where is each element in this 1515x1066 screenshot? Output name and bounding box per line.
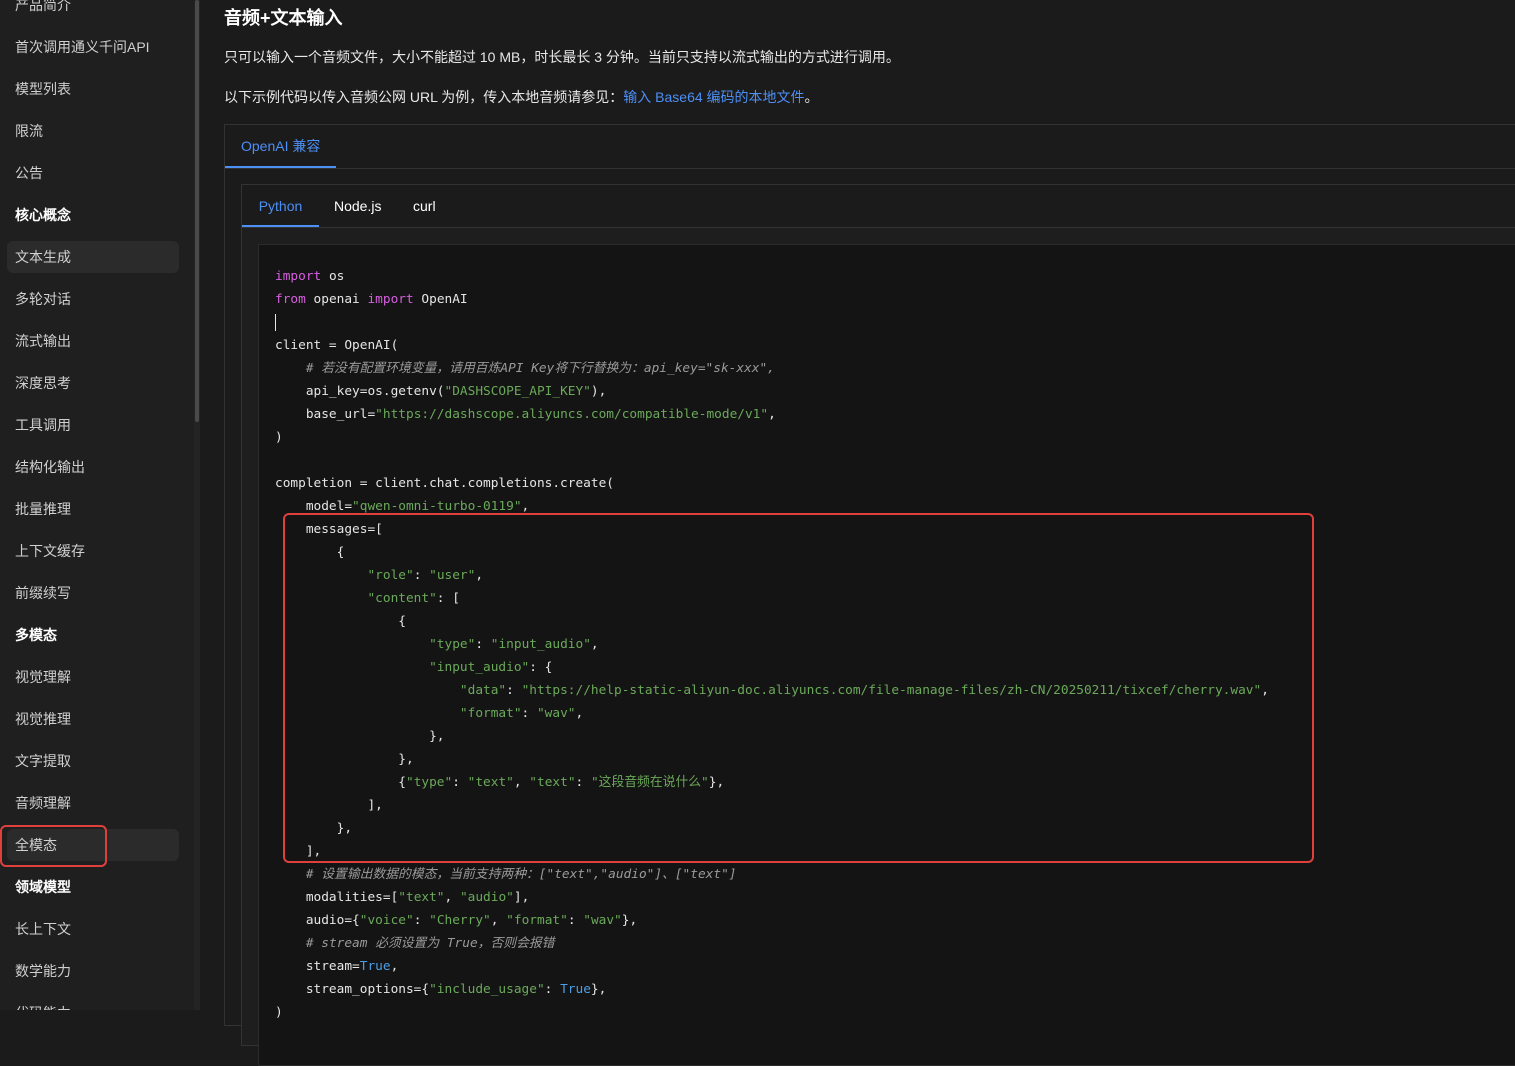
sidebar-item-3[interactable]: 限流 [7, 115, 179, 147]
sidebar-item-1[interactable]: 首次调用通义千问API [7, 31, 179, 63]
sidebar-item-22[interactable]: 长上下文 [7, 913, 179, 945]
sidebar-group-21[interactable]: 领域模型 [7, 871, 179, 903]
sdk-tab-bar: OpenAI 兼容 [225, 125, 1515, 169]
sidebar-item-18[interactable]: 文字提取 [7, 745, 179, 777]
sidebar-item-4[interactable]: 公告 [7, 157, 179, 189]
sidebar-item-19[interactable]: 音频理解 [7, 787, 179, 819]
tab-nodejs[interactable]: Node.js [334, 185, 381, 227]
sidebar-item-12[interactable]: 批量推理 [7, 493, 179, 525]
tab-python[interactable]: Python [242, 185, 319, 227]
sidebar-item-9[interactable]: 深度思考 [7, 367, 179, 399]
sidebar-scrollbar-thumb[interactable] [195, 0, 199, 422]
intro-suffix: 。 [804, 89, 819, 105]
sidebar-item-16[interactable]: 视觉理解 [7, 661, 179, 693]
intro-text: 以下示例代码以传入音频公网 URL 为例，传入本地音频请参见： [224, 89, 624, 105]
tab-curl[interactable]: curl [413, 185, 436, 227]
omni-modal-highlight-box [0, 825, 107, 867]
sidebar-item-14[interactable]: 前缀续写 [7, 577, 179, 609]
sidebar-item-10[interactable]: 工具调用 [7, 409, 179, 441]
sidebar-item-6[interactable]: 文本生成 [7, 241, 179, 273]
sidebar-item-23[interactable]: 数学能力 [7, 955, 179, 987]
sidebar-item-8[interactable]: 流式输出 [7, 325, 179, 357]
sidebar-item-2[interactable]: 模型列表 [7, 73, 179, 105]
messages-highlight-box [283, 513, 1314, 863]
sidebar-group-15[interactable]: 多模态 [7, 619, 179, 651]
sidebar-nav: 产品简介首次调用通义千问API 模型列表限流公告核心概念文本生成多轮对话流式输出深… [0, 0, 201, 1010]
section-heading: 音频+文本输入 [224, 8, 343, 28]
base64-local-file-link[interactable]: 输入 Base64 编码的本地文件 [623, 89, 804, 105]
example-intro-paragraph: 以下示例代码以传入音频公网 URL 为例，传入本地音频请参见：输入 Base64… [224, 87, 819, 107]
sidebar-item-17[interactable]: 视觉推理 [7, 703, 179, 735]
sidebar-group-5[interactable]: 核心概念 [7, 199, 179, 231]
tab-openai-compatible[interactable]: OpenAI 兼容 [225, 125, 337, 168]
language-tab-bar: Python Node.js curl [242, 185, 1515, 228]
sidebar-item-24[interactable]: 代码能力 [7, 997, 179, 1010]
sidebar-item-7[interactable]: 多轮对话 [7, 283, 179, 315]
sidebar-item-13[interactable]: 上下文缓存 [7, 535, 179, 567]
sidebar-item-11[interactable]: 结构化输出 [7, 451, 179, 483]
audio-limits-paragraph: 只可以输入一个音频文件，大小不能超过 10 MB，时长最长 3 分钟。当前只支持… [224, 49, 900, 65]
sidebar-item-0[interactable]: 产品简介 [7, 0, 179, 21]
